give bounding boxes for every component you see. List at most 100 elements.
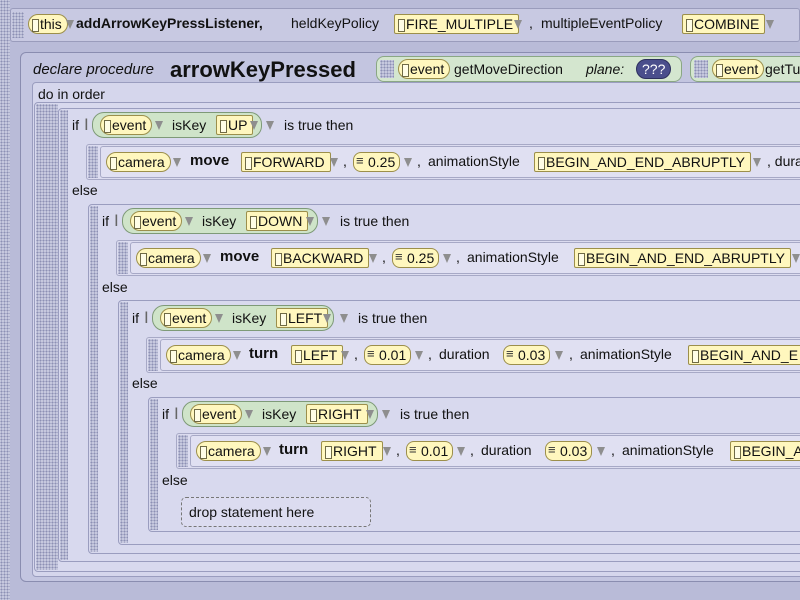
if-down-grip[interactable]: [90, 206, 98, 552]
amount-dropdown-icon[interactable]: [457, 447, 465, 456]
event-dropdown-icon[interactable]: [185, 217, 193, 226]
direction-dropdown-icon[interactable]: [330, 158, 338, 167]
sep-comma: ,: [456, 249, 460, 265]
is-key-label: isKey: [172, 117, 207, 133]
if-up-label: if: [72, 117, 79, 133]
camera-dropdown-icon[interactable]: [233, 351, 241, 360]
else-label-2: else: [102, 279, 128, 295]
key-down-dropdown-icon[interactable]: [306, 217, 314, 226]
if-up-grip[interactable]: [60, 110, 68, 560]
animation-style-tile[interactable]: BEGIN_AND_E: [688, 345, 800, 365]
is-key-label: isKey: [262, 406, 297, 422]
procedure-name: arrowKeyPressed: [170, 57, 356, 82]
key-up-tile[interactable]: UP: [216, 115, 254, 135]
event-dropdown-icon[interactable]: [245, 410, 253, 419]
amount-tile[interactable]: 0.01: [364, 345, 412, 365]
then-body-down-grip[interactable]: [118, 242, 128, 274]
key-down-tile[interactable]: DOWN: [246, 211, 309, 231]
camera-dropdown-icon[interactable]: [203, 254, 211, 263]
editor-grip-strip[interactable]: [0, 0, 10, 600]
key-right-tile[interactable]: RIGHT: [306, 404, 368, 424]
event-dropdown-icon[interactable]: [215, 314, 223, 323]
sep-comma: ,: [417, 153, 421, 169]
duration-dropdown-icon[interactable]: [597, 447, 605, 456]
condition-right-dropdown-icon[interactable]: [382, 410, 390, 419]
event-dropdown-icon[interactable]: [155, 121, 163, 130]
event-param-1[interactable]: event: [398, 59, 451, 79]
if-left-label: if: [132, 310, 139, 326]
if-right-grip[interactable]: [150, 399, 158, 530]
do-in-order-grip[interactable]: [36, 104, 58, 570]
amount-dropdown-icon[interactable]: [415, 351, 423, 360]
duration-tile[interactable]: 0.03: [545, 441, 593, 461]
amount-tile[interactable]: 0.25: [353, 152, 401, 172]
this-tile[interactable]: this: [28, 14, 68, 34]
direction-dropdown-icon[interactable]: [383, 447, 391, 456]
multiple-event-policy-dropdown-icon[interactable]: [766, 20, 774, 29]
amount-dropdown-icon[interactable]: [404, 158, 412, 167]
multiple-event-policy-label: multipleEventPolicy: [541, 15, 663, 31]
direction-dropdown-icon[interactable]: [369, 254, 377, 263]
sep-comma: ,: [470, 442, 474, 458]
multiple-event-policy-value[interactable]: COMBINE: [682, 14, 766, 34]
condition-down-dropdown-icon[interactable]: [322, 217, 330, 226]
amount-tile[interactable]: 0.01: [406, 441, 454, 461]
animation-style-tile[interactable]: BEGIN_A: [730, 441, 800, 461]
then-body-up-grip[interactable]: [88, 146, 98, 178]
animation-style-label: animationStyle: [467, 249, 559, 265]
is-true-then-label: is true then: [400, 406, 470, 422]
move-method-label: move: [220, 248, 260, 265]
sep-comma: ,: [354, 346, 358, 362]
if-left-grip[interactable]: [120, 302, 128, 543]
then-body-left-grip[interactable]: [148, 339, 158, 371]
condition-left-dropdown-icon[interactable]: [340, 314, 348, 323]
camera-dropdown-icon[interactable]: [263, 447, 271, 456]
else-label-1: else: [72, 182, 98, 198]
held-key-policy-value[interactable]: FIRE_MULTIPLE: [394, 14, 520, 34]
listener-grip[interactable]: [12, 12, 24, 38]
get-tu-grip[interactable]: [694, 60, 708, 78]
key-left-tile[interactable]: LEFT: [276, 308, 329, 328]
event-tile[interactable]: event: [160, 308, 213, 328]
held-key-policy-dropdown-icon[interactable]: [514, 20, 522, 29]
direction-backward-tile[interactable]: BACKWARD: [271, 248, 370, 268]
direction-left-tile[interactable]: LEFT: [291, 345, 344, 365]
camera-tile[interactable]: camera: [136, 248, 201, 268]
duration-label: duration: [481, 442, 532, 458]
key-right-dropdown-icon[interactable]: [366, 410, 374, 419]
direction-right-tile[interactable]: RIGHT: [321, 441, 383, 461]
animation-style-dropdown-icon[interactable]: [753, 158, 761, 167]
camera-tile[interactable]: camera: [166, 345, 231, 365]
do-in-order-label: do in order: [38, 86, 105, 102]
duration-dropdown-icon[interactable]: [555, 351, 563, 360]
then-body-right-grip[interactable]: [178, 435, 188, 467]
event-tile[interactable]: event: [190, 404, 243, 424]
camera-tile[interactable]: camera: [106, 152, 171, 172]
amount-dropdown-icon[interactable]: [443, 254, 451, 263]
event-param-2[interactable]: event: [712, 59, 765, 79]
this-dropdown-icon[interactable]: [66, 20, 74, 29]
event-tile[interactable]: event: [100, 115, 153, 135]
is-true-then-label: is true then: [358, 310, 428, 326]
event-tile[interactable]: event: [130, 211, 183, 231]
direction-dropdown-icon[interactable]: [341, 351, 349, 360]
drop-statement-label: drop statement here: [189, 504, 315, 520]
move-direction-grip[interactable]: [380, 60, 394, 78]
get-tu-label: getTu: [765, 61, 800, 77]
animation-style-tile[interactable]: BEGIN_AND_END_ABRUPTLY: [534, 152, 751, 172]
sep-comma: ,: [569, 346, 573, 362]
camera-tile[interactable]: camera: [196, 441, 261, 461]
condition-up-dropdown-icon[interactable]: [266, 121, 274, 130]
final-else-label: else: [162, 472, 188, 488]
key-left-dropdown-icon[interactable]: [323, 314, 331, 323]
amount-tile[interactable]: 0.25: [392, 248, 440, 268]
camera-dropdown-icon[interactable]: [173, 158, 181, 167]
key-up-dropdown-icon[interactable]: [250, 121, 258, 130]
plane-value[interactable]: ???: [636, 59, 672, 79]
animation-style-tile[interactable]: BEGIN_AND_END_ABRUPTLY: [574, 248, 791, 268]
plane-label: plane:: [586, 61, 625, 77]
direction-forward-tile[interactable]: FORWARD: [241, 152, 331, 172]
animation-style-dropdown-icon[interactable]: [792, 254, 800, 263]
duration-tile[interactable]: 0.03: [503, 345, 551, 365]
is-true-then-label: is true then: [340, 213, 410, 229]
